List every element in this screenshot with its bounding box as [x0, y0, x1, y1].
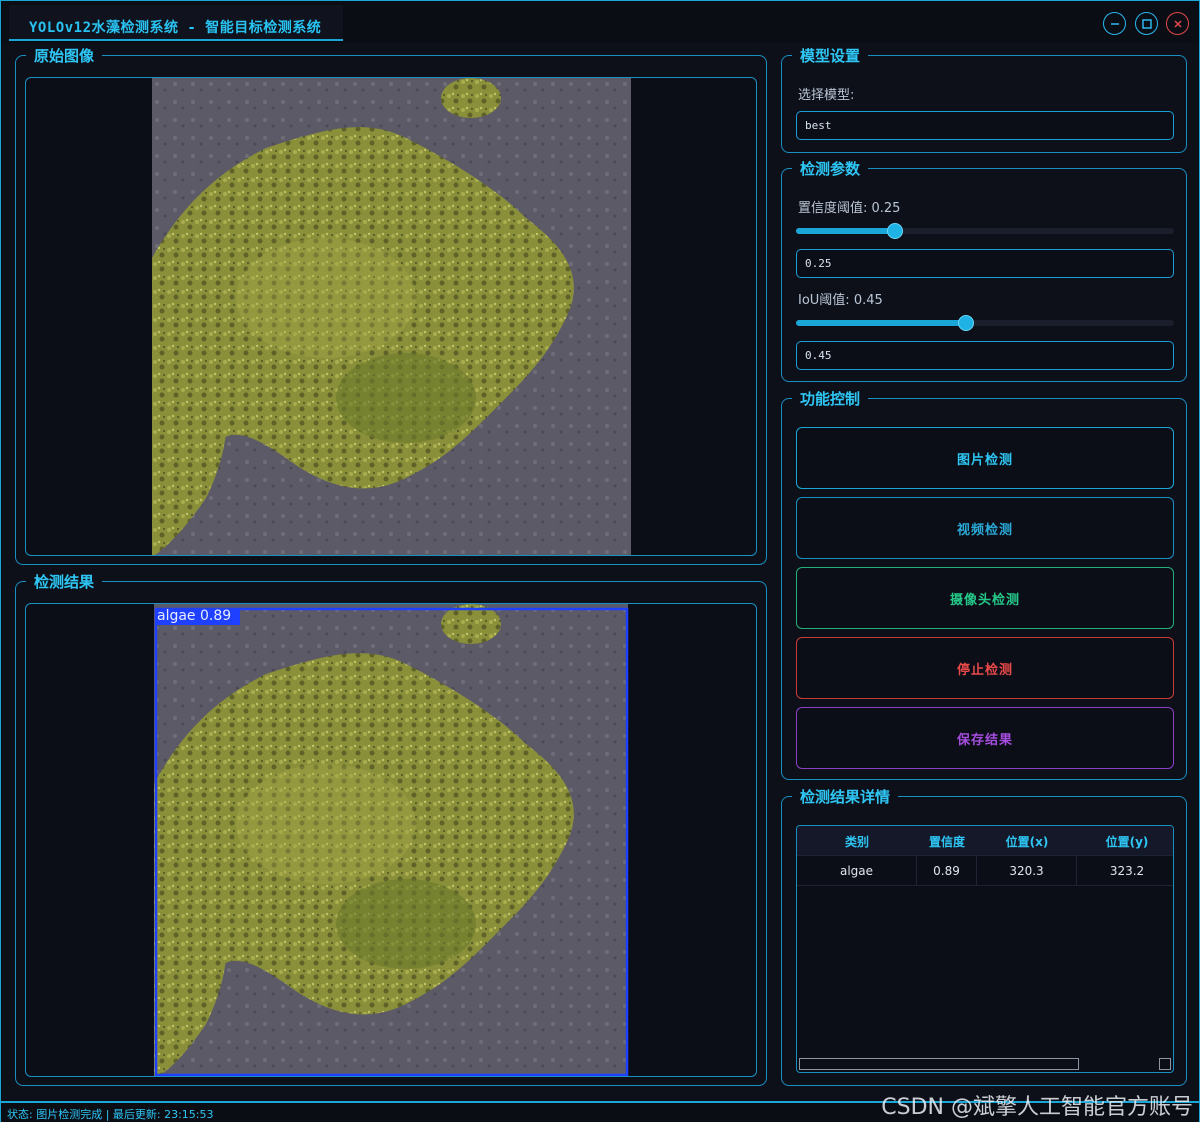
- confidence-input[interactable]: 0.25: [796, 249, 1174, 278]
- status-text: 状态: 图片检测完成 | 最后更新: 23:15:53: [7, 1108, 214, 1121]
- table-header: 类别 置信度 位置(x) 位置(y): [797, 826, 1173, 856]
- original-image-title: 原始图像: [26, 47, 103, 65]
- result-image-frame: algae 0.89: [25, 603, 757, 1077]
- title-bar: YOLOv12水藻检测系统 - 智能目标检测系统: [1, 1, 1199, 43]
- stop-detect-button[interactable]: 停止检测: [796, 637, 1174, 699]
- function-controls-title: 功能控制: [792, 390, 869, 408]
- confidence-slider-fill: [796, 228, 895, 234]
- function-controls-panel: 功能控制 图片检测 视频检测 摄像头检测 停止检测 保存结果: [781, 390, 1187, 780]
- close-icon: [1173, 19, 1182, 28]
- select-model-label: 选择模型:: [798, 88, 855, 103]
- minimize-button[interactable]: [1103, 12, 1126, 35]
- image-detect-button[interactable]: 图片检测: [796, 427, 1174, 489]
- horizontal-scrollbar[interactable]: [799, 1058, 1079, 1070]
- cell-x: 320.3: [977, 856, 1077, 886]
- confidence-label: 置信度阈值: 0.25: [798, 201, 901, 216]
- detection-params-title: 检测参数: [792, 160, 869, 178]
- detection-details-panel: 检测结果详情 类别 置信度 位置(x) 位置(y) algae 0.89 320…: [781, 788, 1187, 1086]
- video-detect-button[interactable]: 视频检测: [796, 497, 1174, 559]
- result-image-title: 检测结果: [26, 573, 103, 591]
- column-header-confidence[interactable]: 置信度: [917, 826, 977, 856]
- result-algae-image: [154, 604, 629, 1076]
- detection-label: algae 0.89: [157, 608, 232, 624]
- iou-label: IoU阈值: 0.45: [798, 293, 883, 308]
- detection-params-panel: 检测参数 置信度阈值: 0.25 0.25 IoU阈值: 0.45 0.45: [781, 160, 1187, 382]
- model-settings-panel: 模型设置 选择模型: best: [781, 47, 1187, 153]
- maximize-button[interactable]: [1135, 12, 1158, 35]
- cell-class: algae: [797, 856, 917, 886]
- app-window: YOLOv12水藻检测系统 - 智能目标检测系统 原始图像 检测结果 algae…: [0, 0, 1200, 1122]
- iou-slider-fill: [796, 320, 966, 326]
- cell-y: 323.2: [1109, 864, 1145, 878]
- window-title: YOLOv12水藻检测系统 - 智能目标检测系统: [29, 20, 322, 36]
- camera-detect-button[interactable]: 摄像头检测: [796, 567, 1174, 629]
- confidence-slider-handle[interactable]: [887, 223, 903, 239]
- watermark: CSDN @斌擎人工智能官方账号: [881, 1095, 1193, 1120]
- original-image-panel: 原始图像: [15, 47, 767, 565]
- table-row[interactable]: algae 0.89 320.3 323.2: [797, 856, 1173, 886]
- iou-input[interactable]: 0.45: [796, 341, 1174, 370]
- model-select[interactable]: best: [796, 111, 1174, 140]
- original-image-frame: [25, 77, 757, 556]
- title-tab: YOLOv12水藻检测系统 - 智能目标检测系统: [9, 5, 343, 41]
- cell-confidence: 0.89: [917, 856, 977, 886]
- column-header-class[interactable]: 类别: [797, 826, 917, 856]
- column-header-x[interactable]: 位置(x): [977, 826, 1077, 856]
- model-settings-title: 模型设置: [792, 47, 869, 65]
- iou-slider[interactable]: [796, 315, 1174, 331]
- original-algae-image: [152, 78, 631, 555]
- minimize-icon: [1110, 22, 1119, 25]
- close-button[interactable]: [1166, 12, 1189, 35]
- confidence-slider[interactable]: [796, 223, 1174, 239]
- maximize-icon: [1141, 18, 1152, 29]
- results-table[interactable]: 类别 置信度 位置(x) 位置(y) algae 0.89 320.3 323.…: [796, 825, 1174, 1073]
- scrollbar-corner[interactable]: [1159, 1058, 1171, 1070]
- column-header-y[interactable]: 位置(y): [1077, 826, 1173, 856]
- iou-slider-handle[interactable]: [958, 315, 974, 331]
- result-image-panel: 检测结果 algae 0.89: [15, 573, 767, 1086]
- save-results-button[interactable]: 保存结果: [796, 707, 1174, 769]
- detection-details-title: 检测结果详情: [792, 788, 899, 806]
